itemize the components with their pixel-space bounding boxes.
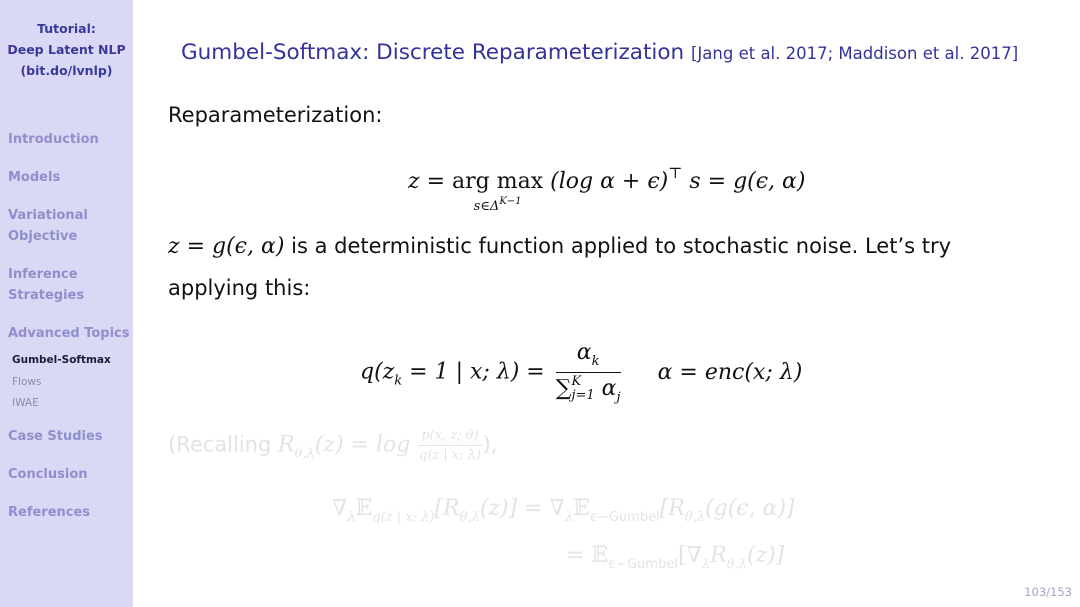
bracket: [R xyxy=(434,496,460,521)
equation-argmax: z = arg max s∈ΔK−1 (log α + ϵ)⊤ s = g(ϵ,… xyxy=(408,164,806,214)
paragraph-line-2: applying this: xyxy=(168,276,311,300)
argmax-operator: arg max s∈ΔK−1 xyxy=(452,169,544,214)
presentation-title[interactable]: Tutorial: Deep Latent NLP (bit.do/lvnlp) xyxy=(0,18,133,81)
eq-lhs: q(z xyxy=(360,359,395,385)
nav-label: Strategies xyxy=(8,288,85,303)
argmax-subscript: s∈ΔK−1 xyxy=(452,196,543,214)
recall-num: p(x, z; θ) xyxy=(417,428,483,446)
num-var: α xyxy=(576,340,592,365)
expectation: = 𝔼 xyxy=(566,543,609,568)
recall-den: q(z | x; λ) xyxy=(418,448,481,463)
sub-text: s∈Δ xyxy=(473,199,500,214)
transpose-symbol: ⊤ xyxy=(668,164,683,182)
sum-symbol: ∑ xyxy=(555,376,572,401)
recall-mid: (z) = log xyxy=(314,432,418,458)
citation: [Jang et al. 2017; Maddison et al. 2017] xyxy=(690,44,1019,63)
fraction: αk ∑ Kj=1 αj xyxy=(555,340,621,406)
bracket-end: (g(ϵ, α)] xyxy=(705,496,795,521)
slide-title: Gumbel-Softmax: Discrete Reparameterizat… xyxy=(181,40,1018,65)
den-sub: j xyxy=(616,390,621,405)
nabla-sub: λ xyxy=(701,557,711,572)
nav-conclusion[interactable]: Conclusion xyxy=(8,464,88,485)
nabla: ∇ xyxy=(332,496,348,521)
title-line: Deep Latent NLP xyxy=(7,42,126,57)
num-sub: k xyxy=(591,354,600,369)
sum-sup: K xyxy=(571,374,582,389)
r-sub: θ,λ xyxy=(294,446,315,462)
bracket: [R xyxy=(659,496,685,521)
title-line: (bit.do/lvnlp) xyxy=(20,63,113,78)
expectation: 𝔼 xyxy=(355,496,373,521)
r-sub: θ,λ xyxy=(459,510,480,525)
inline-math: z = g(ϵ, α) xyxy=(168,234,285,259)
nav-label: Inference xyxy=(8,267,78,282)
eq-body: (log α + ϵ) xyxy=(550,169,669,194)
gradient-equation-line-2: = 𝔼ϵ∼Gumbel[∇λRθ,λ(z)] xyxy=(566,543,784,572)
nav-case-studies[interactable]: Case Studies xyxy=(8,426,103,447)
eq-rhs: s = g(ϵ, α) xyxy=(689,169,806,194)
sidebar-navigation: Tutorial: Deep Latent NLP (bit.do/lvnlp)… xyxy=(0,0,133,607)
expectation: 𝔼 xyxy=(573,496,590,521)
nav-models[interactable]: Models xyxy=(8,167,60,188)
nav-variational-objective[interactable]: Variational Objective xyxy=(8,205,88,247)
paragraph-line-1: z = g(ϵ, α) is a deterministic function … xyxy=(168,234,951,259)
equation-softmax: q(zk = 1 | x; λ) = αk ∑ Kj=1 αj α = enc(x… xyxy=(360,340,802,405)
sub-sup: K−1 xyxy=(499,196,522,207)
recall-suffix: ), xyxy=(482,432,498,457)
bracket-end: (z)] = ∇ xyxy=(479,496,565,521)
recall-fraction: p(x, z; θ) q(z | x; λ) xyxy=(417,428,483,463)
numerator: αk xyxy=(555,340,621,373)
title-line: Tutorial: xyxy=(37,21,96,36)
den-var: α xyxy=(594,376,617,401)
expectation-sub: q(z | x; λ) xyxy=(372,510,435,525)
argmax-label: arg max xyxy=(452,169,544,194)
title-text: Gumbel-Softmax: Discrete Reparameterizat… xyxy=(181,40,685,65)
eq-sub: k xyxy=(394,373,403,389)
paragraph-text: is a deterministic function applied to s… xyxy=(284,234,952,258)
recall-note: (Recalling Rθ,λ(z) = log p(x, z; θ) q(z |… xyxy=(168,428,497,463)
r-sub: θ,λ xyxy=(684,510,706,525)
nav-sub-gumbel-softmax[interactable]: Gumbel-Softmax xyxy=(12,353,111,367)
nav-advanced-topics[interactable]: Advanced Topics xyxy=(8,323,130,344)
nav-sub-iwae[interactable]: IWAE xyxy=(12,396,39,410)
bracket: [∇ xyxy=(677,543,702,568)
sum-sub: j=1 xyxy=(571,388,595,403)
nav-sub-flows[interactable]: Flows xyxy=(12,375,41,389)
expectation-sub: ϵ∼Gumbel xyxy=(608,557,678,572)
encoder-definition: α = enc(x; λ) xyxy=(657,359,803,385)
r-var: R xyxy=(278,432,295,458)
page-number: 103/153 xyxy=(1024,585,1072,599)
denominator: ∑ Kj=1 αj xyxy=(555,373,621,406)
eq-lhs: z = xyxy=(408,169,446,194)
nabla-sub: λ xyxy=(564,510,574,525)
recall-prefix: (Recalling xyxy=(168,432,278,457)
nav-introduction[interactable]: Introduction xyxy=(8,129,99,150)
nav-references[interactable]: References xyxy=(8,502,90,523)
r-var: R xyxy=(710,543,727,568)
nav-label: Variational xyxy=(8,208,88,223)
r-sub: θ,λ xyxy=(726,557,747,572)
nav-inference-strategies[interactable]: Inference Strategies xyxy=(8,264,84,306)
section-heading: Reparameterization: xyxy=(168,103,383,127)
bracket-end: (z)] xyxy=(746,543,785,568)
nav-label: Objective xyxy=(8,229,78,244)
eq-lhs-rest: = 1 | x; λ) = xyxy=(402,359,545,385)
expectation-sub: ϵ∼Gumbel xyxy=(589,510,660,525)
gradient-equation-line-1: ∇λ𝔼q(z | x; λ)[Rθ,λ(z)] = ∇λ𝔼ϵ∼Gumbel[Rθ… xyxy=(332,496,795,525)
nabla-sub: λ xyxy=(347,510,356,525)
